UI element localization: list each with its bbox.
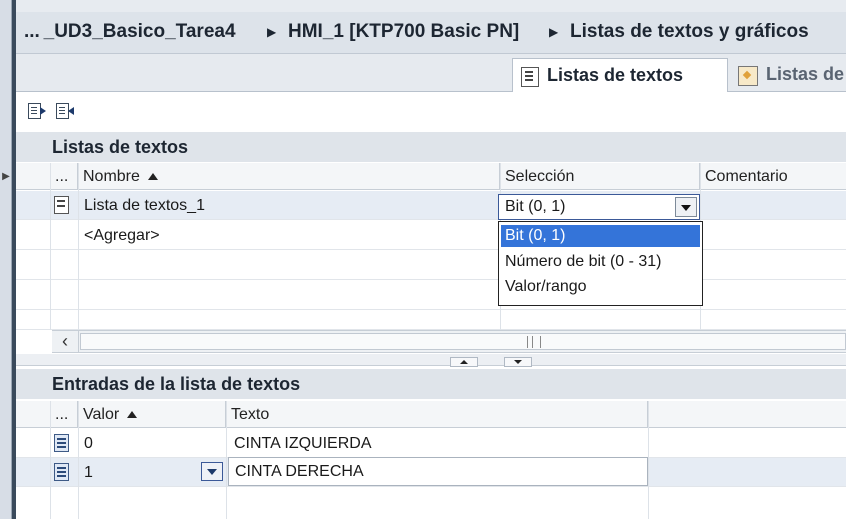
tab-label: Listas de textos <box>547 65 684 85</box>
selection-dropdown-list: Bit (0, 1) Número de bit (0 - 31) Valor/… <box>498 221 703 306</box>
column-dots[interactable]: ... <box>50 163 78 190</box>
left-panel-edge <box>0 0 12 519</box>
collapse-down-icon[interactable] <box>504 357 532 367</box>
editor-titlebar: ... _UD3_Basico_Tarea4 ▶ HMI_1 [KTP700 B… <box>16 12 846 54</box>
table-row-empty <box>16 306 846 330</box>
breadcrumb-project[interactable]: ... _UD3_Basico_Tarea4 <box>24 21 236 43</box>
tab-graphic-lists[interactable]: Listas de <box>732 58 846 92</box>
scrollbar-thumb[interactable] <box>80 333 846 350</box>
table-row[interactable]: <Agregar> <box>16 221 846 250</box>
entry-value[interactable]: 0 <box>78 429 93 458</box>
breadcrumb-editor: Listas de textos y gráficos <box>570 21 809 42</box>
entry-value[interactable]: 1 <box>78 458 93 487</box>
breadcrumb-separator-icon: ▶ <box>549 25 559 39</box>
table-row[interactable]: 0 CINTA IZQUIERDA <box>16 429 846 458</box>
import-icon[interactable] <box>54 101 74 121</box>
tab-text-lists[interactable]: Listas de textos <box>512 58 728 92</box>
pane-splitter[interactable] <box>16 354 846 367</box>
option-value-range[interactable]: Valor/rango <box>501 276 700 298</box>
text-entry-icon <box>54 434 69 452</box>
collapse-up-icon[interactable] <box>450 357 478 367</box>
column-comment[interactable]: Comentario <box>700 163 846 190</box>
editor-toolbar <box>16 93 846 131</box>
text-list-icon <box>521 67 539 87</box>
table-row[interactable]: Lista de textos_1 <box>16 191 846 220</box>
text-lists-header: ... Nombre Selección Comentario <box>16 163 846 190</box>
text-lists-section-title: Listas de textos <box>16 132 846 162</box>
graphic-list-icon <box>738 66 758 86</box>
entry-text: CINTA DERECHA <box>235 463 364 480</box>
selection-combobox[interactable]: Bit (0, 1) <box>498 194 700 220</box>
scroll-left-icon[interactable]: ‹ <box>52 331 79 352</box>
top-toolbar-strip <box>16 0 846 12</box>
column-value[interactable]: Valor <box>78 401 226 428</box>
row-name[interactable]: Lista de textos_1 <box>78 191 205 220</box>
column-selection[interactable]: Selección <box>500 163 700 190</box>
option-bit[interactable]: Bit (0, 1) <box>501 225 700 247</box>
text-list-icon <box>54 196 69 214</box>
chevron-down-icon[interactable] <box>675 197 697 217</box>
table-row-empty <box>16 488 846 519</box>
column-name-label: Nombre <box>83 168 140 185</box>
selection-value: Bit (0, 1) <box>505 198 566 215</box>
sort-ascending-icon <box>127 411 138 419</box>
breadcrumb-device[interactable]: HMI_1 [KTP700 Basic PN] <box>288 21 519 43</box>
chevron-down-icon[interactable] <box>201 462 223 481</box>
horizontal-scrollbar[interactable]: ‹ <box>52 330 846 353</box>
column-dots[interactable]: ... <box>50 401 78 428</box>
entry-text-editor[interactable]: CINTA DERECHA <box>228 457 648 486</box>
table-row-empty <box>16 251 846 280</box>
breadcrumb-separator-icon: ▶ <box>267 25 277 39</box>
entries-section-title: Entradas de la lista de textos <box>16 369 846 399</box>
option-bit-number[interactable]: Número de bit (0 - 31) <box>501 251 700 273</box>
column-text[interactable]: Texto <box>226 401 648 428</box>
sort-ascending-icon <box>147 173 158 181</box>
editor-tab-strip: Listas de textos Listas de <box>16 54 846 92</box>
export-icon[interactable] <box>26 101 46 121</box>
entries-header: ... Valor Texto <box>16 401 846 428</box>
entry-text[interactable]: CINTA IZQUIERDA <box>228 429 372 458</box>
column-name[interactable]: Nombre <box>78 163 500 190</box>
text-entry-icon <box>54 463 69 481</box>
collapse-arrow-icon[interactable]: ▶ <box>0 170 12 184</box>
tab-label: Listas de <box>766 64 845 84</box>
column-value-label: Valor <box>83 406 120 423</box>
add-row[interactable]: <Agregar> <box>78 221 160 250</box>
